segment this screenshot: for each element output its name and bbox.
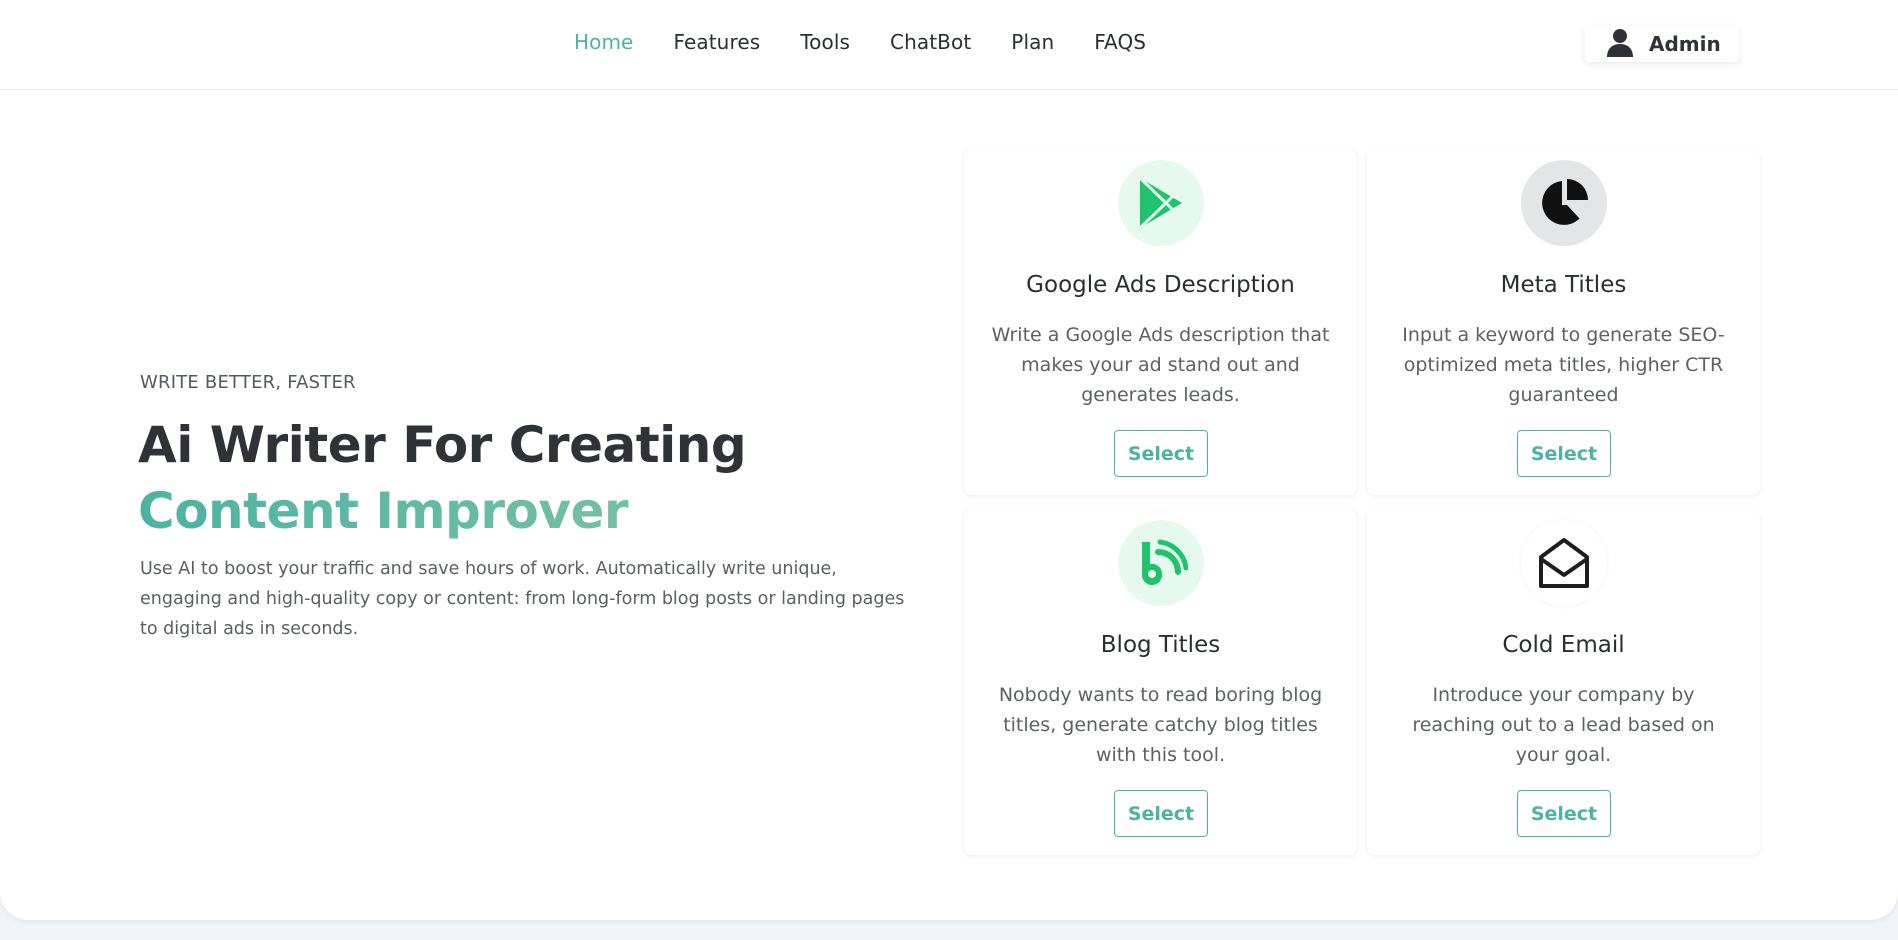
- hero-headline-line1: Ai Writer For Creating: [138, 416, 747, 474]
- card-description: Write a Google Ads description that make…: [991, 324, 1330, 406]
- nav-item-plan: Plan: [1011, 30, 1054, 54]
- tool-card-cold-email: Cold Email Introduce your company by rea…: [1367, 510, 1760, 855]
- card-title: Blog Titles: [1100, 632, 1221, 658]
- select-button[interactable]: Select: [1114, 790, 1208, 837]
- pie-chart-icon: [1521, 160, 1607, 246]
- nav-item-tools: Tools: [800, 30, 850, 54]
- hero-headline-accent: Content Improver: [138, 478, 746, 544]
- card-description: Input a keyword to generate SEO-optimize…: [1402, 324, 1725, 406]
- nav-item-faqs: FAQS: [1094, 30, 1146, 54]
- nav-link-faqs[interactable]: FAQS: [1094, 30, 1146, 54]
- select-button[interactable]: Select: [1114, 430, 1208, 477]
- admin-account-button[interactable]: Admin: [1585, 26, 1739, 62]
- nav-link-home[interactable]: Home: [574, 30, 633, 54]
- card-title: Google Ads Description: [1026, 272, 1295, 298]
- top-navbar: Home Features Tools ChatBot Plan FAQS Ad…: [0, 0, 1898, 90]
- nav-link-features[interactable]: Features: [673, 30, 760, 54]
- nav-link-chatbot[interactable]: ChatBot: [890, 30, 971, 54]
- select-button[interactable]: Select: [1517, 790, 1611, 837]
- page-container: Home Features Tools ChatBot Plan FAQS Ad…: [0, 0, 1898, 920]
- nav-item-chatbot: ChatBot: [890, 30, 971, 54]
- tool-card-blog-titles: Blog Titles Nobody wants to read boring …: [964, 510, 1357, 855]
- card-title: Meta Titles: [1500, 272, 1627, 298]
- main-nav: Home Features Tools ChatBot Plan FAQS: [574, 30, 1146, 54]
- google-play-icon: [1118, 160, 1204, 246]
- select-button[interactable]: Select: [1517, 430, 1611, 477]
- card-title: Cold Email: [1502, 632, 1625, 658]
- hero-description: Use AI to boost your traffic and save ho…: [140, 559, 905, 639]
- card-description: Nobody wants to read boring blog titles,…: [998, 684, 1323, 766]
- open-envelope-icon: [1521, 520, 1607, 606]
- card-description: Introduce your company by reaching out t…: [1412, 684, 1715, 766]
- hero-eyebrow: WRITE BETTER, FASTER: [140, 372, 356, 393]
- user-icon: [1605, 27, 1635, 61]
- nav-link-plan[interactable]: Plan: [1011, 30, 1054, 54]
- nav-item-home: Home: [574, 30, 633, 54]
- hero-headline: Ai Writer For Creating Content Improver: [138, 412, 747, 544]
- nav-item-features: Features: [673, 30, 760, 54]
- admin-label: Admin: [1649, 32, 1721, 56]
- tool-card-meta-titles: Meta Titles Input a keyword to generate …: [1367, 150, 1760, 495]
- nav-link-tools[interactable]: Tools: [800, 30, 850, 54]
- blog-icon: [1118, 520, 1204, 606]
- tool-card-google-ads: Google Ads Description Write a Google Ad…: [964, 150, 1357, 495]
